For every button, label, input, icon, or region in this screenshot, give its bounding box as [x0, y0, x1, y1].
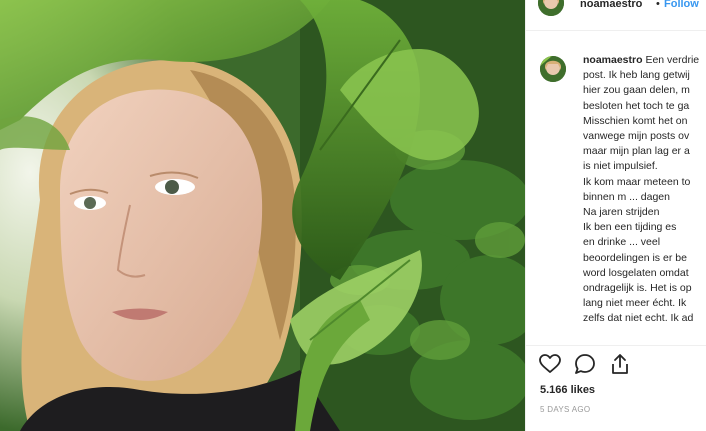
caption-line: post. Ik heb lang getwij: [583, 69, 690, 82]
caption-username[interactable]: noamaestro: [583, 54, 643, 66]
caption-text: noamaestro Een verdrie post. Ik heb lang…: [583, 53, 706, 327]
caption-line: ondragelijk is. Het is op: [583, 282, 692, 295]
caption-line: maar mijn plan lag er a: [583, 145, 690, 158]
caption-line: lang niet meer écht. Ik: [583, 297, 687, 310]
caption-line: en drinke ... veel: [583, 236, 661, 249]
caption-line: binnen m ... dagen: [583, 190, 670, 203]
post-timestamp: 5 DAYS AGO: [540, 405, 591, 414]
post-actions: 5.166 likes 5 DAYS AGO: [526, 345, 706, 431]
caption-line: Ik ben een tijding es: [583, 221, 677, 234]
caption: noamaestro Een verdrie post. Ik heb lang…: [526, 38, 706, 338]
post-sidebar: noamaestro • Follow noamaestro Een verdr…: [525, 0, 706, 431]
caption-line: vanwege mijn posts ov: [583, 130, 690, 143]
caption-avatar-image: [540, 56, 566, 82]
comment-button[interactable]: [573, 352, 597, 376]
caption-line: Ik kom maar meteen to: [583, 175, 691, 188]
comment-icon: [575, 354, 595, 374]
heart-icon: [539, 354, 561, 373]
caption-line: Na jaren strijden: [583, 206, 660, 219]
caption-line: beoordelingen is er be: [583, 251, 687, 264]
avatar[interactable]: [538, 0, 564, 16]
follow-button[interactable]: Follow: [664, 0, 699, 10]
caption-line: besloten het toch te ga: [583, 99, 690, 112]
caption-line: Een verdrie: [645, 54, 700, 66]
caption-line: word losgelaten omdat: [583, 266, 689, 279]
share-button[interactable]: [608, 352, 632, 376]
like-button[interactable]: [538, 352, 562, 376]
caption-avatar[interactable]: [540, 56, 566, 82]
caption-line: Misschien komt het on: [583, 114, 688, 127]
header-separator: •: [656, 0, 660, 10]
caption-line: hier zou gaan delen, m: [583, 84, 690, 97]
share-icon: [612, 354, 628, 374]
caption-first-line: noamaestro Een verdrie: [583, 53, 706, 68]
post-header: noamaestro • Follow: [526, 0, 706, 31]
caption-line: zelfs dat niet echt. Ik ad: [583, 312, 694, 325]
likes-count[interactable]: 5.166 likes: [540, 384, 595, 396]
header-username[interactable]: noamaestro: [580, 0, 642, 10]
portrait-through-leaves-photo: [0, 0, 525, 431]
avatar-image: [538, 0, 564, 16]
caption-line: is niet impulsief.: [583, 160, 658, 173]
post-photo[interactable]: [0, 0, 525, 431]
